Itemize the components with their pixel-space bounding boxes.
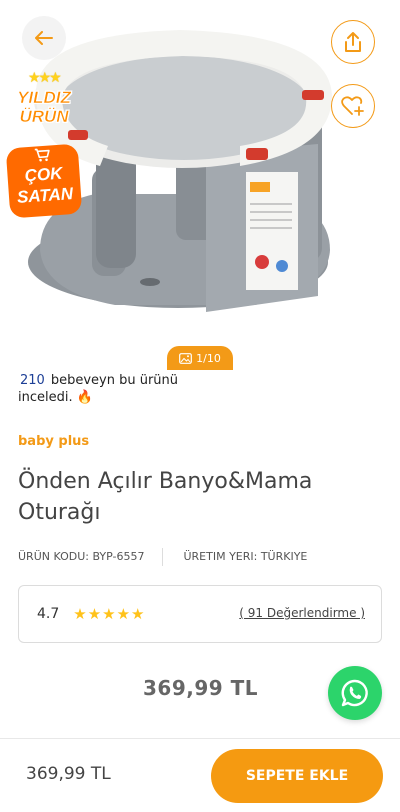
back-button[interactable] — [22, 16, 66, 60]
bestseller-badge-label: ÇOK SATAN — [16, 163, 74, 207]
gallery-counter: 1/10 — [167, 346, 233, 370]
share-button[interactable] — [331, 20, 375, 64]
product-code: ÜRÜN KODU: BYP-6557 — [18, 550, 145, 563]
rating-summary[interactable]: 4.7 ★★★★★ ( 91 Değerlendirme ) — [18, 585, 382, 643]
heart-plus-icon — [341, 96, 364, 116]
add-to-cart-button[interactable]: SEPETE EKLE — [211, 749, 383, 803]
meta-divider — [162, 548, 164, 566]
rating-value: 4.7 — [37, 606, 60, 622]
cart-icon — [34, 148, 50, 162]
whatsapp-button[interactable] — [328, 666, 382, 720]
reviews-link[interactable]: ( 91 Değerlendirme ) — [239, 606, 365, 620]
product-meta: ÜRÜN KODU: BYP-6557 ÜRETIM YERI: TÜRKIYE — [18, 548, 308, 566]
image-icon — [179, 352, 193, 364]
product-price: 369,99 TL — [143, 676, 259, 700]
product-title: Önden Açılır Banyo&Mama Oturağı — [18, 469, 313, 525]
star-icon: ★★★ — [28, 70, 62, 86]
product-origin: ÜRETIM YERI: TÜRKIYE — [183, 550, 308, 563]
bestseller-badge: ÇOK SATAN — [5, 143, 83, 219]
arrow-left-icon — [35, 31, 53, 45]
featured-product-badge: ★★★ YILDIZ ÜRÜN — [6, 70, 82, 140]
gallery-counter-text: 1/10 — [196, 351, 221, 365]
share-icon — [345, 32, 361, 52]
featured-badge-label: YILDIZ ÜRÜN — [17, 88, 71, 127]
rating-stars-icon: ★★★★★ — [73, 605, 146, 623]
viewers-notice: 210 bebeveyn bu ürünü inceledi. 🔥 — [18, 372, 218, 406]
bottom-price: 369,99 TL — [26, 764, 111, 784]
product-image-gallery[interactable]: ★★★ YILDIZ ÜRÜN ÇOK SATAN — [0, 0, 400, 365]
bottom-action-bar: 369,99 TL SEPETE EKLE — [0, 738, 400, 812]
brand-link[interactable]: baby plus — [18, 434, 89, 449]
whatsapp-icon — [341, 679, 368, 707]
viewers-count: 210 — [20, 373, 45, 388]
add-to-favorites-button[interactable] — [331, 84, 375, 128]
